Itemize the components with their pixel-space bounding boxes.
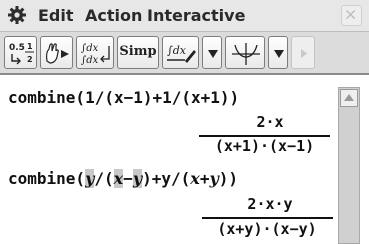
dropdown-arrow-icon [208,50,218,58]
dropdown-arrow-icon [274,50,284,58]
menu-edit[interactable]: Edit [38,6,74,26]
menu-bar: Edit Action Interactive [0,0,369,32]
menu-interactive[interactable]: Interactive [147,6,245,26]
svg-text:∫dx: ∫dx [81,55,99,66]
dropdown-button-1[interactable] [202,36,222,69]
integral-stylus-icon: ∫dx [167,44,196,63]
input-line-2-var-x1: x [113,169,124,188]
simp-button-label: Simp [119,44,157,59]
input-line-2-part2: − [123,169,133,188]
play-next-icon [301,49,307,58]
svg-text:1: 1 [27,42,33,51]
svg-text:∫dx: ∫dx [167,44,187,57]
dropdown-button-2[interactable] [268,36,288,69]
input-line-2-suffix: )) [218,169,239,188]
stylus-mode-icon [46,43,69,64]
toolbar: 0.5 1 2 ∫dx ∫dx Simp ∫dx [0,32,369,75]
stylus-mode-button[interactable] [40,36,73,69]
close-icon [346,10,356,20]
input-line-2[interactable]: combine(y/(x−y)+y/(x+y)) [8,169,238,188]
gear-icon[interactable] [7,5,27,25]
input-line-2-prefix: combine( [8,169,86,188]
integral-stylus-button[interactable]: ∫dx [162,36,199,69]
input-line-2-var-x2: x [190,169,200,188]
svg-text:∫dx: ∫dx [81,43,99,54]
input-line-2-var-y1: y [85,169,95,188]
integral-toggle-icon: ∫dx ∫dx [81,43,110,66]
main-application-workspace[interactable]: combine(1/(x−1)+1/(x+1)) 2·x (x+1)·(x−1)… [0,75,369,244]
next-button[interactable] [291,36,315,69]
fraction-decimal-toggle-button[interactable]: 0.5 1 2 [4,36,37,69]
input-line-2-part3: )+y/( [142,169,191,188]
integral-toggle-button[interactable]: ∫dx ∫dx [76,36,114,69]
result-1-numerator: 2·x [256,113,284,131]
svg-text:2: 2 [27,55,33,64]
input-line-1[interactable]: combine(1/(x−1)+1/(x+1)) [8,88,239,107]
graph-axes-icon [232,43,260,65]
graph-button[interactable] [225,36,265,69]
result-2-numerator: 2·x·y [247,195,293,213]
result-2-fraction-bar [202,217,333,219]
result-2-denominator: (x+y)·(x−y) [217,220,317,238]
result-1-denominator: (x+1)·(x−1) [214,137,315,155]
input-line-2-part1: /( [94,169,114,188]
input-line-2-var-y2: y [132,169,143,188]
input-line-2-var-y3: y [209,169,219,188]
menu-action[interactable]: Action [85,6,142,26]
scroll-up-arrow-icon [344,94,354,101]
simp-button[interactable]: Simp [117,36,159,69]
scroll-up-button[interactable] [340,89,358,107]
vertical-scrollbar[interactable] [338,87,360,244]
svg-text:0.5: 0.5 [9,43,25,53]
close-button[interactable] [341,5,362,26]
fraction-decimal-toggle-icon: 0.5 1 2 [9,42,34,65]
